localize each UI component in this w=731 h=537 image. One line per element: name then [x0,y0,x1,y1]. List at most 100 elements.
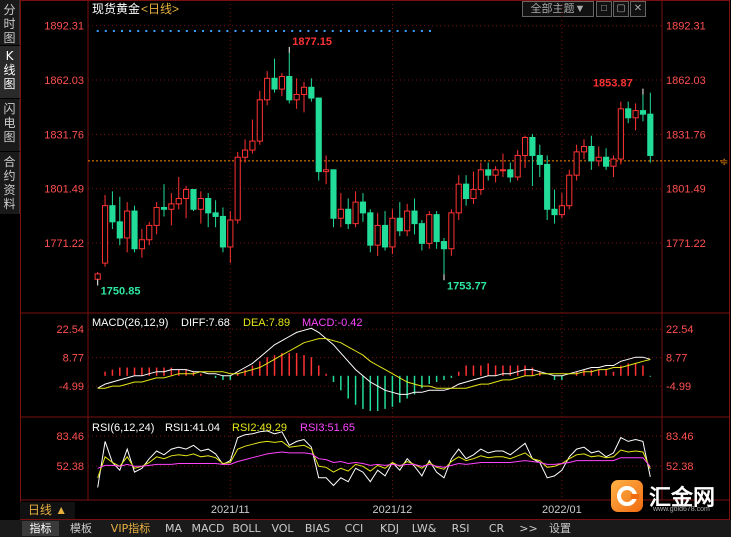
candle-body [278,76,285,90]
indicator-tab[interactable]: VIP指标 [103,521,158,536]
candle-body [647,113,654,156]
rsi1-value: 41.04 [193,422,221,434]
candle-body [146,224,153,241]
candle-body [455,183,462,214]
candle-body [175,198,182,205]
event-dot [420,30,423,32]
event-dot [412,30,415,32]
indicator-tab[interactable]: KDJ [374,521,405,536]
macd-tick-right: 22.54 [666,324,694,336]
rsi2-value: 49.29 [260,422,288,434]
candle-body [610,158,617,167]
candle-body [536,154,543,165]
candle-body [315,97,322,173]
period-label[interactable]: <日线> [141,2,179,16]
candle-body [381,224,389,248]
indicator-tab[interactable]: BIAS [301,521,334,536]
indicator-tab[interactable]: 指标 [22,521,59,536]
event-dot [96,30,99,32]
extreme-label: 1750.85 [101,286,141,298]
candle-body [227,219,234,248]
candle-body [367,212,374,246]
candle-body [234,156,241,221]
candle-body [359,201,367,214]
candle-body [426,214,433,244]
logo-mark-icon [611,480,643,512]
event-dot [145,30,148,32]
indicator-tab[interactable]: 模板 [62,521,100,536]
indicator-tab[interactable]: MA [160,521,187,536]
candle-body [109,205,116,223]
candle-body [470,189,477,200]
candle-body [573,151,580,176]
event-dot [177,30,180,32]
event-dot [307,30,310,32]
candle-body [219,215,227,248]
rsi-tick-left: 52.38 [56,461,84,473]
indicator-tab[interactable]: >> [515,521,542,536]
event-dot [153,30,156,32]
macd-diff-line [97,327,651,395]
price-tick-left: 1801.49 [44,184,84,196]
rsi2-line [97,440,651,478]
price-tick-right: 1771.22 [666,238,706,250]
price-tick-left: 1771.22 [44,238,84,250]
candle-body [205,198,212,214]
rsi-tick-right: 83.46 [666,431,694,443]
gold678-logo: 汇金网 www.gold678.com [611,480,726,516]
candle-body [190,189,197,210]
extreme-label: 1853.87 [593,78,633,90]
indicator-tab[interactable]: 设置 [545,521,575,536]
candle-body [617,108,624,160]
macd-dea-value: 7.89 [269,317,290,329]
rsi1-label: RSI1:41.04 [165,422,220,434]
rsi-tick-right: 52.38 [666,461,694,473]
candle-body [131,210,138,250]
indicator-tab[interactable]: CR [481,521,512,536]
candle-body [463,183,470,200]
candle-body [308,86,315,99]
event-dot [258,30,261,32]
candle-body [160,206,168,210]
rsi-tick-left: 83.46 [56,431,84,443]
indicator-tab[interactable]: LW& [408,521,440,536]
indicator-tab[interactable]: BOLL [229,521,264,536]
event-dot [104,30,107,32]
symbol-title: 现货黄金 [92,1,140,16]
event-dot [299,30,302,32]
candle-body [566,174,573,207]
candle-body [404,210,411,232]
event-dot [202,30,205,32]
period-dropdown[interactable]: 日线 ▲ [20,502,75,519]
candle-body [345,208,352,225]
indicator-tab[interactable]: MACD [190,521,226,536]
event-dot [193,30,196,32]
x-tick-label: 2021/12 [373,504,413,516]
indicator-tab[interactable]: VOL [267,521,298,536]
event-dot [339,30,342,32]
rsi1-line [97,430,651,488]
event-dot [380,30,383,32]
candle-body [603,156,610,167]
candle-body [101,205,109,264]
candle-body [249,140,256,151]
event-dot [185,30,188,32]
price-tick-left: 1862.03 [44,75,84,87]
candle-body [271,77,278,90]
event-dot [275,30,277,32]
candle-body [440,241,448,250]
candle-body [485,169,492,176]
indicator-tab[interactable]: RSI [443,521,478,536]
macd-tick-right: 8.77 [666,353,687,365]
rsi3-label: RSI3:51.65 [300,422,355,434]
macd-tick-left: 22.54 [56,324,84,336]
event-dot [396,30,399,32]
event-dot [242,30,245,32]
candle-body [197,198,204,210]
rsi-title: RSI(6,12,24) [92,422,154,434]
rsi3-value: 51.65 [328,422,356,434]
candle-body [116,221,123,239]
indicator-tab[interactable]: CCI [337,521,371,536]
event-dot [169,30,172,32]
macd-dea-label: DEA:7.89 [243,317,290,329]
